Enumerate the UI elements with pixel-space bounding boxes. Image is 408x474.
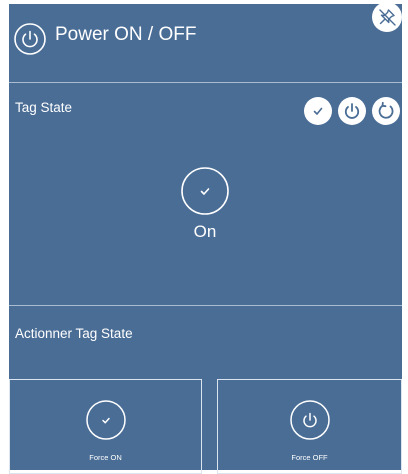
power-icon bbox=[289, 399, 331, 441]
unpin-button[interactable] bbox=[372, 2, 402, 32]
power-state-button[interactable] bbox=[338, 97, 366, 125]
check-icon bbox=[304, 97, 332, 125]
force-on-label: Force ON bbox=[89, 453, 122, 462]
section-divider bbox=[9, 305, 402, 306]
tag-state-value: On bbox=[193, 222, 217, 241]
power-widget-panel: Power ON / OFF Tag State On Actionner Ta… bbox=[9, 4, 402, 474]
check-icon bbox=[85, 399, 127, 441]
widget-header: Power ON / OFF bbox=[9, 4, 402, 82]
tag-state-label: Tag State bbox=[15, 100, 73, 115]
header-divider bbox=[9, 82, 402, 83]
force-on-button[interactable]: Force ON bbox=[9, 379, 202, 474]
confirm-state-button[interactable] bbox=[304, 97, 332, 125]
actions-label: Actionner Tag State bbox=[15, 326, 133, 341]
refresh-state-button[interactable] bbox=[372, 97, 400, 125]
force-off-label: Force OFF bbox=[291, 453, 328, 462]
pin-off-icon bbox=[372, 2, 402, 32]
tag-state-indicator bbox=[180, 166, 230, 216]
power-icon bbox=[13, 22, 47, 56]
check-icon bbox=[180, 166, 230, 216]
power-icon bbox=[338, 97, 366, 125]
refresh-icon bbox=[372, 97, 400, 125]
widget-title: Power ON / OFF bbox=[55, 24, 197, 45]
force-off-button[interactable]: Force OFF bbox=[217, 379, 402, 474]
